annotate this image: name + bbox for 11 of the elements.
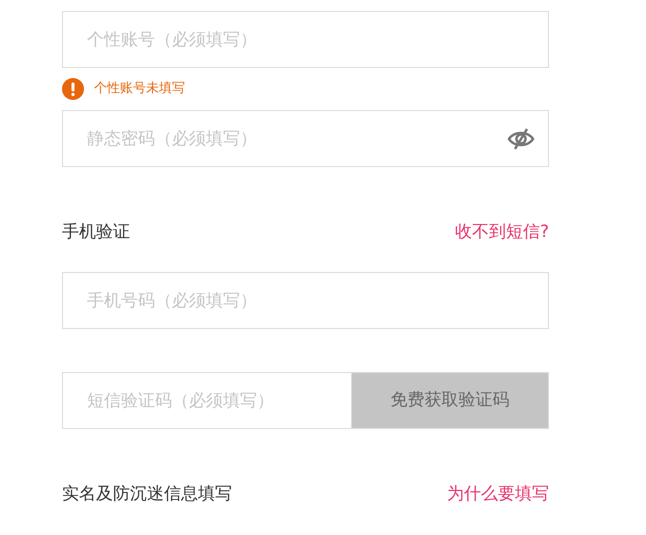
password-field[interactable]: 静态密码（必须填写） — [62, 110, 549, 167]
phone-field[interactable]: 手机号码（必须填写） — [62, 272, 549, 329]
section-title: 手机验证 — [62, 221, 130, 244]
error-icon — [62, 78, 84, 100]
error-message: 个性账号未填写 — [94, 80, 185, 98]
account-field[interactable]: 个性账号（必须填写） — [62, 11, 549, 68]
eye-slash-icon[interactable] — [507, 127, 535, 151]
sms-code-field[interactable]: 短信验证码（必须填写） — [62, 372, 351, 429]
why-fill-link[interactable]: 为什么要填写 — [447, 482, 549, 508]
section-title: 实名及防沉迷信息填写 — [62, 483, 232, 506]
sms-help-link[interactable]: 收不到短信? — [454, 220, 549, 246]
